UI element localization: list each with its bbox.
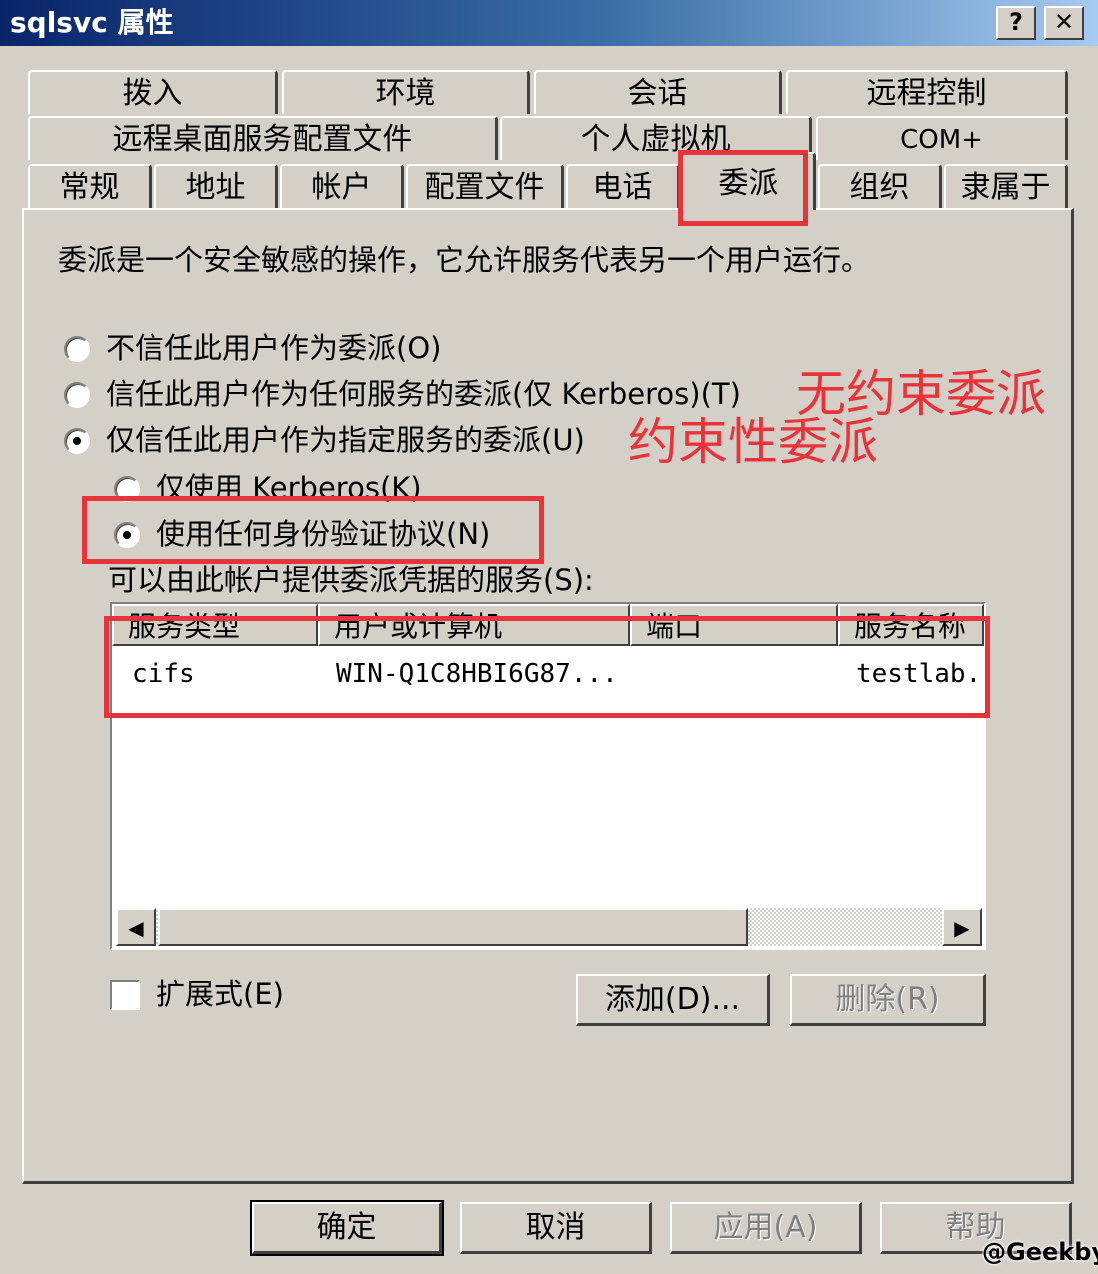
- tab-environment[interactable]: 环境: [282, 70, 530, 114]
- delegation-description: 委派是一个安全敏感的操作，它允许服务代表另一个用户运行。: [58, 243, 871, 277]
- window-title: sqlsvc 属性: [10, 6, 174, 39]
- tab-general[interactable]: 常规: [28, 164, 152, 208]
- scroll-left-icon[interactable]: ◀: [116, 908, 156, 946]
- remove-button[interactable]: 删除(R): [790, 974, 986, 1026]
- watermark: @Geekby: [982, 1238, 1098, 1266]
- highlight-box-protocol: [82, 496, 544, 564]
- tab-rds-profile[interactable]: 远程桌面服务配置文件: [28, 116, 498, 160]
- tab-sessions[interactable]: 会话: [534, 70, 782, 114]
- tab-profile[interactable]: 配置文件: [406, 164, 564, 208]
- label-no-delegation: 不信任此用户作为委派(O): [106, 331, 442, 365]
- tab-account[interactable]: 帐户: [280, 164, 404, 208]
- tab-com-plus[interactable]: COM+: [816, 116, 1068, 160]
- radio-selected-dot: [73, 437, 81, 445]
- tab-address[interactable]: 地址: [154, 164, 278, 208]
- expanded-label: 扩展式(E): [156, 977, 284, 1011]
- annotation-constrained: 约束性委派: [628, 413, 878, 471]
- radio-specified-services[interactable]: [64, 428, 90, 454]
- cancel-button[interactable]: 取消: [460, 1202, 652, 1254]
- highlight-box-tab: [678, 150, 808, 226]
- highlight-box-services: [104, 616, 990, 718]
- horizontal-scrollbar[interactable]: ◀ ▶: [116, 908, 982, 946]
- tab-organization[interactable]: 组织: [818, 164, 942, 208]
- add-button[interactable]: 添加(D)...: [576, 974, 770, 1026]
- tab-remote-control[interactable]: 远程控制: [786, 70, 1068, 114]
- tab-member-of[interactable]: 隶属于: [944, 164, 1068, 208]
- scroll-right-icon[interactable]: ▶: [942, 908, 982, 946]
- tab-telephones[interactable]: 电话: [566, 164, 680, 208]
- ok-button[interactable]: 确定: [250, 1200, 444, 1256]
- scrollbar-thumb[interactable]: [158, 908, 748, 946]
- tab-dial-in[interactable]: 拨入: [28, 70, 278, 114]
- help-icon[interactable]: ?: [996, 6, 1036, 40]
- apply-button[interactable]: 应用(A): [670, 1202, 862, 1254]
- radio-no-delegation[interactable]: [64, 336, 90, 362]
- label-any-service: 信任此用户作为任何服务的委派(仅 Kerberos)(T): [106, 377, 741, 411]
- expanded-checkbox[interactable]: [110, 980, 140, 1010]
- services-label: 可以由此帐户提供委派凭据的服务(S):: [108, 563, 594, 597]
- label-specified-services: 仅信任此用户作为指定服务的委派(U): [106, 423, 585, 457]
- radio-any-service[interactable]: [64, 382, 90, 408]
- close-icon[interactable]: ✕: [1044, 6, 1084, 40]
